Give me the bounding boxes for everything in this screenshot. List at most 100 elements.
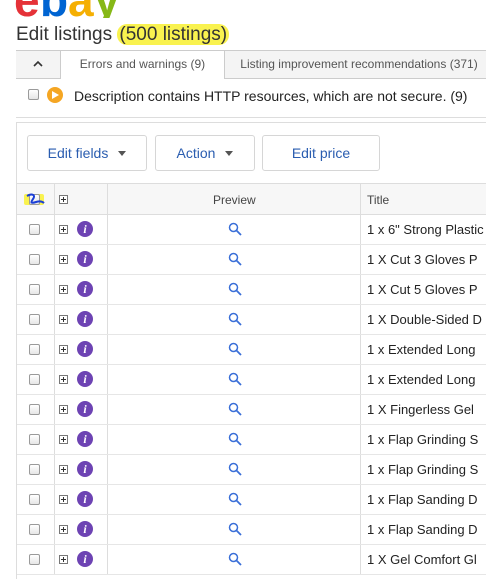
listing-title[interactable]: 1 x 6" Strong Plastic xyxy=(367,222,486,237)
listing-title[interactable]: 1 x Flap Sanding D xyxy=(367,492,486,507)
column-header-preview[interactable]: Preview xyxy=(213,193,256,207)
expand-row-icon[interactable] xyxy=(59,255,68,264)
info-icon[interactable]: i xyxy=(77,461,93,477)
listing-title[interactable]: 1 X Cut 5 Gloves P xyxy=(367,282,486,297)
column-divider xyxy=(54,245,55,274)
column-divider xyxy=(360,515,361,544)
magnifier-icon[interactable] xyxy=(228,552,242,566)
table-row[interactable]: i 1 X Fingerless Gel xyxy=(17,395,486,425)
listing-title[interactable]: 1 x Extended Long xyxy=(367,372,486,387)
table-row[interactable]: i 1 x Flap Sanding D xyxy=(17,485,486,515)
tab-bar: Errors and warnings (9) Listing improvem… xyxy=(16,50,486,79)
expand-row-icon[interactable] xyxy=(59,405,68,414)
page-title: Edit listings xyxy=(16,24,113,45)
notice-message[interactable]: Description contains HTTP resources, whi… xyxy=(74,88,467,104)
column-divider xyxy=(107,455,108,484)
table-row[interactable]: i 1 x Flap Grinding S xyxy=(17,455,486,485)
info-icon[interactable]: i xyxy=(77,401,93,417)
tab-listing-improvements[interactable]: Listing improvement recommendations (371… xyxy=(224,51,486,78)
tab-errors-warnings[interactable]: Errors and warnings (9) xyxy=(60,51,225,79)
magnifier-icon[interactable] xyxy=(228,522,242,536)
expand-row-icon[interactable] xyxy=(59,285,68,294)
listing-title[interactable]: 1 x Flap Grinding S xyxy=(367,462,486,477)
row-checkbox[interactable] xyxy=(29,524,40,535)
expand-all-icon[interactable] xyxy=(59,195,68,204)
listing-title[interactable]: 1 x Extended Long xyxy=(367,342,486,357)
listing-title[interactable]: 1 X Fingerless Gel xyxy=(367,402,486,417)
column-divider xyxy=(107,335,108,364)
listing-title[interactable]: 1 X Gel Comfort Gl xyxy=(367,552,486,567)
row-checkbox[interactable] xyxy=(29,554,40,565)
row-checkbox[interactable] xyxy=(29,344,40,355)
table-row[interactable]: i 1 X Cut 5 Gloves P xyxy=(17,275,486,305)
info-icon[interactable]: i xyxy=(77,551,93,567)
row-checkbox[interactable] xyxy=(29,464,40,475)
column-divider xyxy=(107,485,108,514)
listing-title[interactable]: 1 x Flap Sanding D xyxy=(367,522,486,537)
info-icon[interactable]: i xyxy=(77,311,93,327)
magnifier-icon[interactable] xyxy=(228,252,242,266)
collapse-button[interactable] xyxy=(16,51,61,78)
svg-text:a: a xyxy=(68,0,94,18)
magnifier-icon[interactable] xyxy=(228,462,242,476)
magnifier-icon[interactable] xyxy=(228,492,242,506)
row-checkbox[interactable] xyxy=(29,224,40,235)
play-warning-icon xyxy=(47,87,63,103)
magnifier-icon[interactable] xyxy=(228,432,242,446)
table-row[interactable]: i 1 x 6" Strong Plastic xyxy=(17,215,486,245)
listing-title[interactable]: 1 X Cut 3 Gloves P xyxy=(367,252,486,267)
info-icon[interactable]: i xyxy=(77,521,93,537)
table-row[interactable]: i 1 x Flap Grinding S xyxy=(17,425,486,455)
expand-row-icon[interactable] xyxy=(59,495,68,504)
info-icon[interactable]: i xyxy=(77,341,93,357)
table-row[interactable]: i 1 X Double-Sided D xyxy=(17,305,486,335)
row-checkbox[interactable] xyxy=(29,494,40,505)
expand-row-icon[interactable] xyxy=(59,525,68,534)
info-icon[interactable]: i xyxy=(77,431,93,447)
listing-title[interactable]: 1 x Flap Grinding S xyxy=(367,432,486,447)
column-divider xyxy=(54,184,55,214)
expand-row-icon[interactable] xyxy=(59,225,68,234)
expand-row-icon[interactable] xyxy=(59,375,68,384)
expand-row-icon[interactable] xyxy=(59,315,68,324)
magnifier-icon[interactable] xyxy=(228,342,242,356)
action-button[interactable]: Action xyxy=(155,135,255,171)
column-divider xyxy=(107,245,108,274)
column-divider xyxy=(107,215,108,244)
column-divider xyxy=(107,395,108,424)
row-checkbox[interactable] xyxy=(29,314,40,325)
magnifier-icon[interactable] xyxy=(228,312,242,326)
info-icon[interactable]: i xyxy=(77,221,93,237)
info-icon[interactable]: i xyxy=(77,281,93,297)
row-checkbox[interactable] xyxy=(29,374,40,385)
listing-title[interactable]: 1 X Double-Sided D xyxy=(367,312,486,327)
table-row[interactable]: i 1 X Gel Comfort Gl xyxy=(17,545,486,575)
info-icon[interactable]: i xyxy=(77,251,93,267)
expand-row-icon[interactable] xyxy=(59,555,68,564)
edit-fields-button[interactable]: Edit fields xyxy=(27,135,147,171)
edit-price-button[interactable]: Edit price xyxy=(262,135,380,171)
info-icon[interactable]: i xyxy=(77,371,93,387)
magnifier-icon[interactable] xyxy=(228,222,242,236)
magnifier-icon[interactable] xyxy=(228,402,242,416)
magnifier-icon[interactable] xyxy=(228,372,242,386)
svg-text:y: y xyxy=(94,0,120,18)
column-header-title[interactable]: Title xyxy=(367,193,389,207)
row-checkbox[interactable] xyxy=(29,434,40,445)
info-icon[interactable]: i xyxy=(77,491,93,507)
column-divider xyxy=(107,184,108,214)
column-divider xyxy=(360,425,361,454)
table-row[interactable]: i 1 x Flap Sanding D xyxy=(17,515,486,545)
row-checkbox[interactable] xyxy=(29,404,40,415)
expand-row-icon[interactable] xyxy=(59,465,68,474)
expand-row-icon[interactable] xyxy=(59,345,68,354)
row-checkbox[interactable] xyxy=(29,254,40,265)
table-row[interactable]: i 1 x Extended Long xyxy=(17,335,486,365)
table-row[interactable]: i 1 x Extended Long xyxy=(17,365,486,395)
magnifier-icon[interactable] xyxy=(228,282,242,296)
row-checkbox[interactable] xyxy=(29,284,40,295)
notice-checkbox[interactable] xyxy=(28,89,39,100)
column-divider xyxy=(360,215,361,244)
table-row[interactable]: i 1 X Cut 3 Gloves P xyxy=(17,245,486,275)
expand-row-icon[interactable] xyxy=(59,435,68,444)
